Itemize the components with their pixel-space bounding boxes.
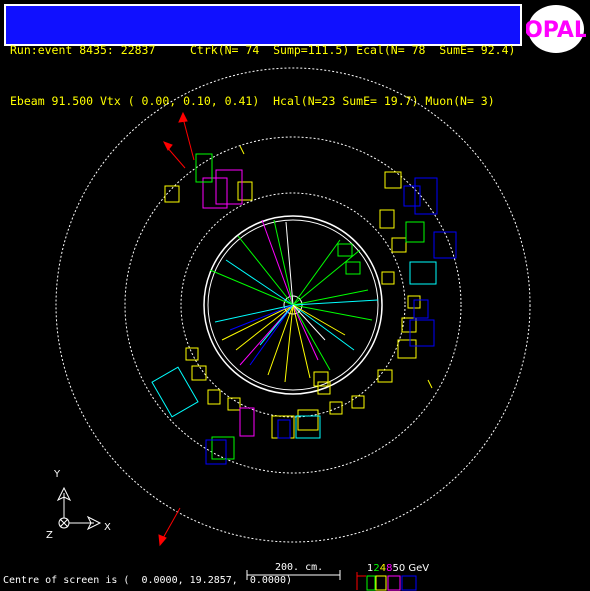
axis-z-label: Z [46,530,53,541]
muon-arrows [158,111,433,547]
scale-bar-label: 200. cm. [275,562,324,573]
event-display-canvas [55,67,531,591]
axis-x-label: X [104,522,111,533]
ecal-clusters [151,153,457,465]
centre-of-screen-text: Centre of screen is ( 0.0000, 19.2857, 0… [3,575,292,586]
axis-gizmo [56,486,102,531]
energy-scale-markers [356,572,417,591]
axis-y-label: Y [54,469,61,480]
energy-legend-50gev: 50 GeV [392,563,430,574]
energy-legend: 124850 GeV [367,563,429,574]
